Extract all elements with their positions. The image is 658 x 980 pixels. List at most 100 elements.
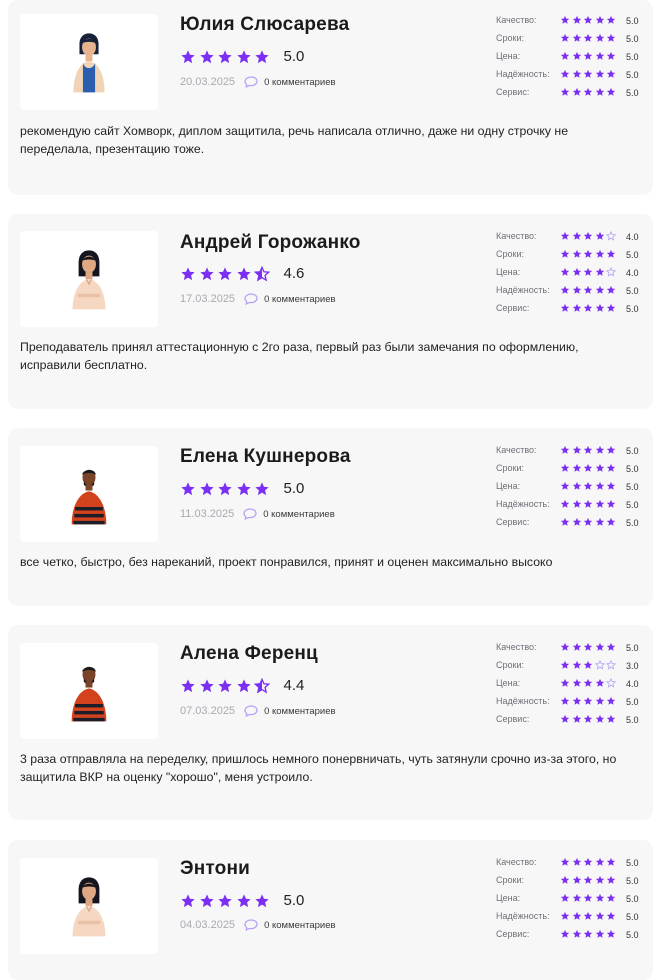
- criteria-label: Качество:: [496, 857, 537, 867]
- overall-rating-value: 5.0: [283, 480, 305, 497]
- star-filled-icon: [595, 87, 604, 96]
- criteria-value: 5.0: [626, 858, 639, 868]
- star-filled-icon: [583, 267, 593, 276]
- star-filled-icon: [606, 517, 616, 526]
- criteria-row: Качество: 5.0: [496, 641, 646, 659]
- star-filled-icon: [236, 266, 251, 280]
- criteria-label: Цена:: [496, 267, 521, 277]
- criteria-row: Сервис: 5.0: [496, 928, 646, 946]
- criteria-row: Сроки: 5.0: [496, 874, 646, 892]
- star-filled-icon: [572, 857, 581, 866]
- criteria-row: Надёжность: 5.0: [496, 910, 646, 928]
- criteria-value: 5.0: [626, 876, 639, 886]
- criteria-stars: [560, 642, 618, 652]
- star-filled-icon: [236, 481, 251, 495]
- comments-count[interactable]: 0 комментариев: [264, 706, 336, 717]
- comment-icon[interactable]: [244, 919, 258, 931]
- criteria-label: Качество:: [496, 445, 537, 455]
- criteria-label: Сервис:: [496, 87, 530, 97]
- star-filled-icon: [572, 929, 581, 938]
- criteria-ratings: Качество: 5.0 Сроки: 5.0 Цена: 5.0 Надёжность:…: [496, 14, 646, 104]
- star-filled-icon: [583, 249, 593, 258]
- star-filled-icon: [199, 266, 214, 280]
- star-filled-icon: [595, 714, 604, 723]
- criteria-stars: [560, 51, 618, 61]
- comment-icon[interactable]: [243, 508, 257, 520]
- criteria-stars: [560, 231, 618, 241]
- star-filled-icon: [560, 51, 570, 60]
- star-filled-icon: [583, 231, 593, 240]
- star-filled-icon: [595, 33, 604, 42]
- star-filled-icon: [606, 481, 616, 490]
- star-half-icon: [254, 265, 270, 281]
- star-filled-icon: [606, 714, 616, 723]
- star-filled-icon: [606, 285, 616, 294]
- star-filled-icon: [583, 69, 593, 78]
- avatar-woman-blue-top-icon: [73, 33, 105, 93]
- criteria-stars: [560, 696, 618, 706]
- criteria-stars: [560, 678, 618, 688]
- star-filled-icon: [560, 481, 570, 490]
- criteria-row: Качество: 5.0: [496, 856, 646, 874]
- star-filled-icon: [606, 499, 616, 508]
- star-filled-icon: [583, 893, 593, 902]
- star-filled-icon: [560, 857, 570, 866]
- criteria-stars: [560, 285, 618, 295]
- star-filled-icon: [583, 678, 593, 687]
- star-filled-icon: [572, 714, 581, 723]
- star-filled-icon: [583, 911, 593, 920]
- criteria-label: Сроки:: [496, 463, 524, 473]
- criteria-label: Цена:: [496, 678, 521, 688]
- comment-icon[interactable]: [244, 293, 258, 305]
- criteria-value: 5.0: [626, 464, 639, 474]
- review-meta: 11.03.2025 0 комментариев: [180, 508, 335, 520]
- review-meta: 07.03.2025 0 комментариев: [180, 705, 336, 717]
- star-filled-icon: [560, 875, 570, 884]
- review-text: 3 раза отправляла на переделку, пришлось…: [20, 752, 617, 784]
- star-filled-icon: [181, 49, 195, 63]
- star-filled-icon: [595, 231, 604, 240]
- star-filled-icon: [572, 875, 581, 884]
- review-date: 04.03.2025: [180, 919, 236, 931]
- criteria-row: Сервис: 5.0: [496, 713, 646, 731]
- star-filled-icon: [572, 911, 581, 920]
- star-filled-icon: [606, 642, 616, 651]
- comments-count[interactable]: 0 комментариев: [264, 920, 336, 931]
- star-filled-icon: [199, 49, 214, 63]
- review-text: рекомендую сайт Хомворк, диплом защитила…: [20, 124, 569, 156]
- comment-icon[interactable]: [244, 76, 258, 88]
- star-filled-icon: [583, 285, 593, 294]
- comments-count[interactable]: 0 комментариев: [264, 77, 336, 88]
- criteria-label: Надёжность:: [496, 696, 550, 706]
- star-filled-icon: [595, 51, 604, 60]
- overall-rating: 5.0: [180, 48, 304, 65]
- star-filled-icon: [583, 15, 593, 24]
- overall-rating-value: 4.4: [283, 677, 305, 694]
- comments-count[interactable]: 0 комментариев: [264, 294, 336, 305]
- star-filled-icon: [572, 15, 581, 24]
- overall-rating: 5.0: [180, 480, 304, 497]
- star-filled-icon: [583, 481, 593, 490]
- criteria-stars: [560, 445, 618, 455]
- criteria-stars: [560, 249, 618, 259]
- criteria-stars: [560, 499, 618, 509]
- criteria-value: 4.0: [626, 679, 639, 689]
- criteria-value: 5.0: [626, 16, 639, 26]
- star-filled-icon: [606, 911, 616, 920]
- star-filled-icon: [199, 893, 214, 907]
- comments-count[interactable]: 0 комментариев: [263, 509, 335, 520]
- star-filled-icon: [572, 481, 581, 490]
- star-filled-icon: [595, 893, 604, 902]
- comment-icon[interactable]: [244, 705, 258, 717]
- criteria-value: 5.0: [626, 697, 639, 707]
- criteria-value: 5.0: [626, 643, 639, 653]
- criteria-stars: [560, 481, 618, 491]
- star-filled-icon: [218, 481, 232, 495]
- criteria-row: Цена: 5.0: [496, 892, 646, 910]
- star-filled-icon: [572, 499, 581, 508]
- overall-stars: [180, 49, 273, 65]
- overall-rating: 4.4: [180, 677, 304, 694]
- star-filled-icon: [218, 678, 232, 692]
- criteria-ratings: Качество: 4.0 Сроки: 5.0 Цена: 4.0 Надёжность:…: [496, 230, 646, 320]
- overall-rating-value: 4.6: [283, 265, 305, 282]
